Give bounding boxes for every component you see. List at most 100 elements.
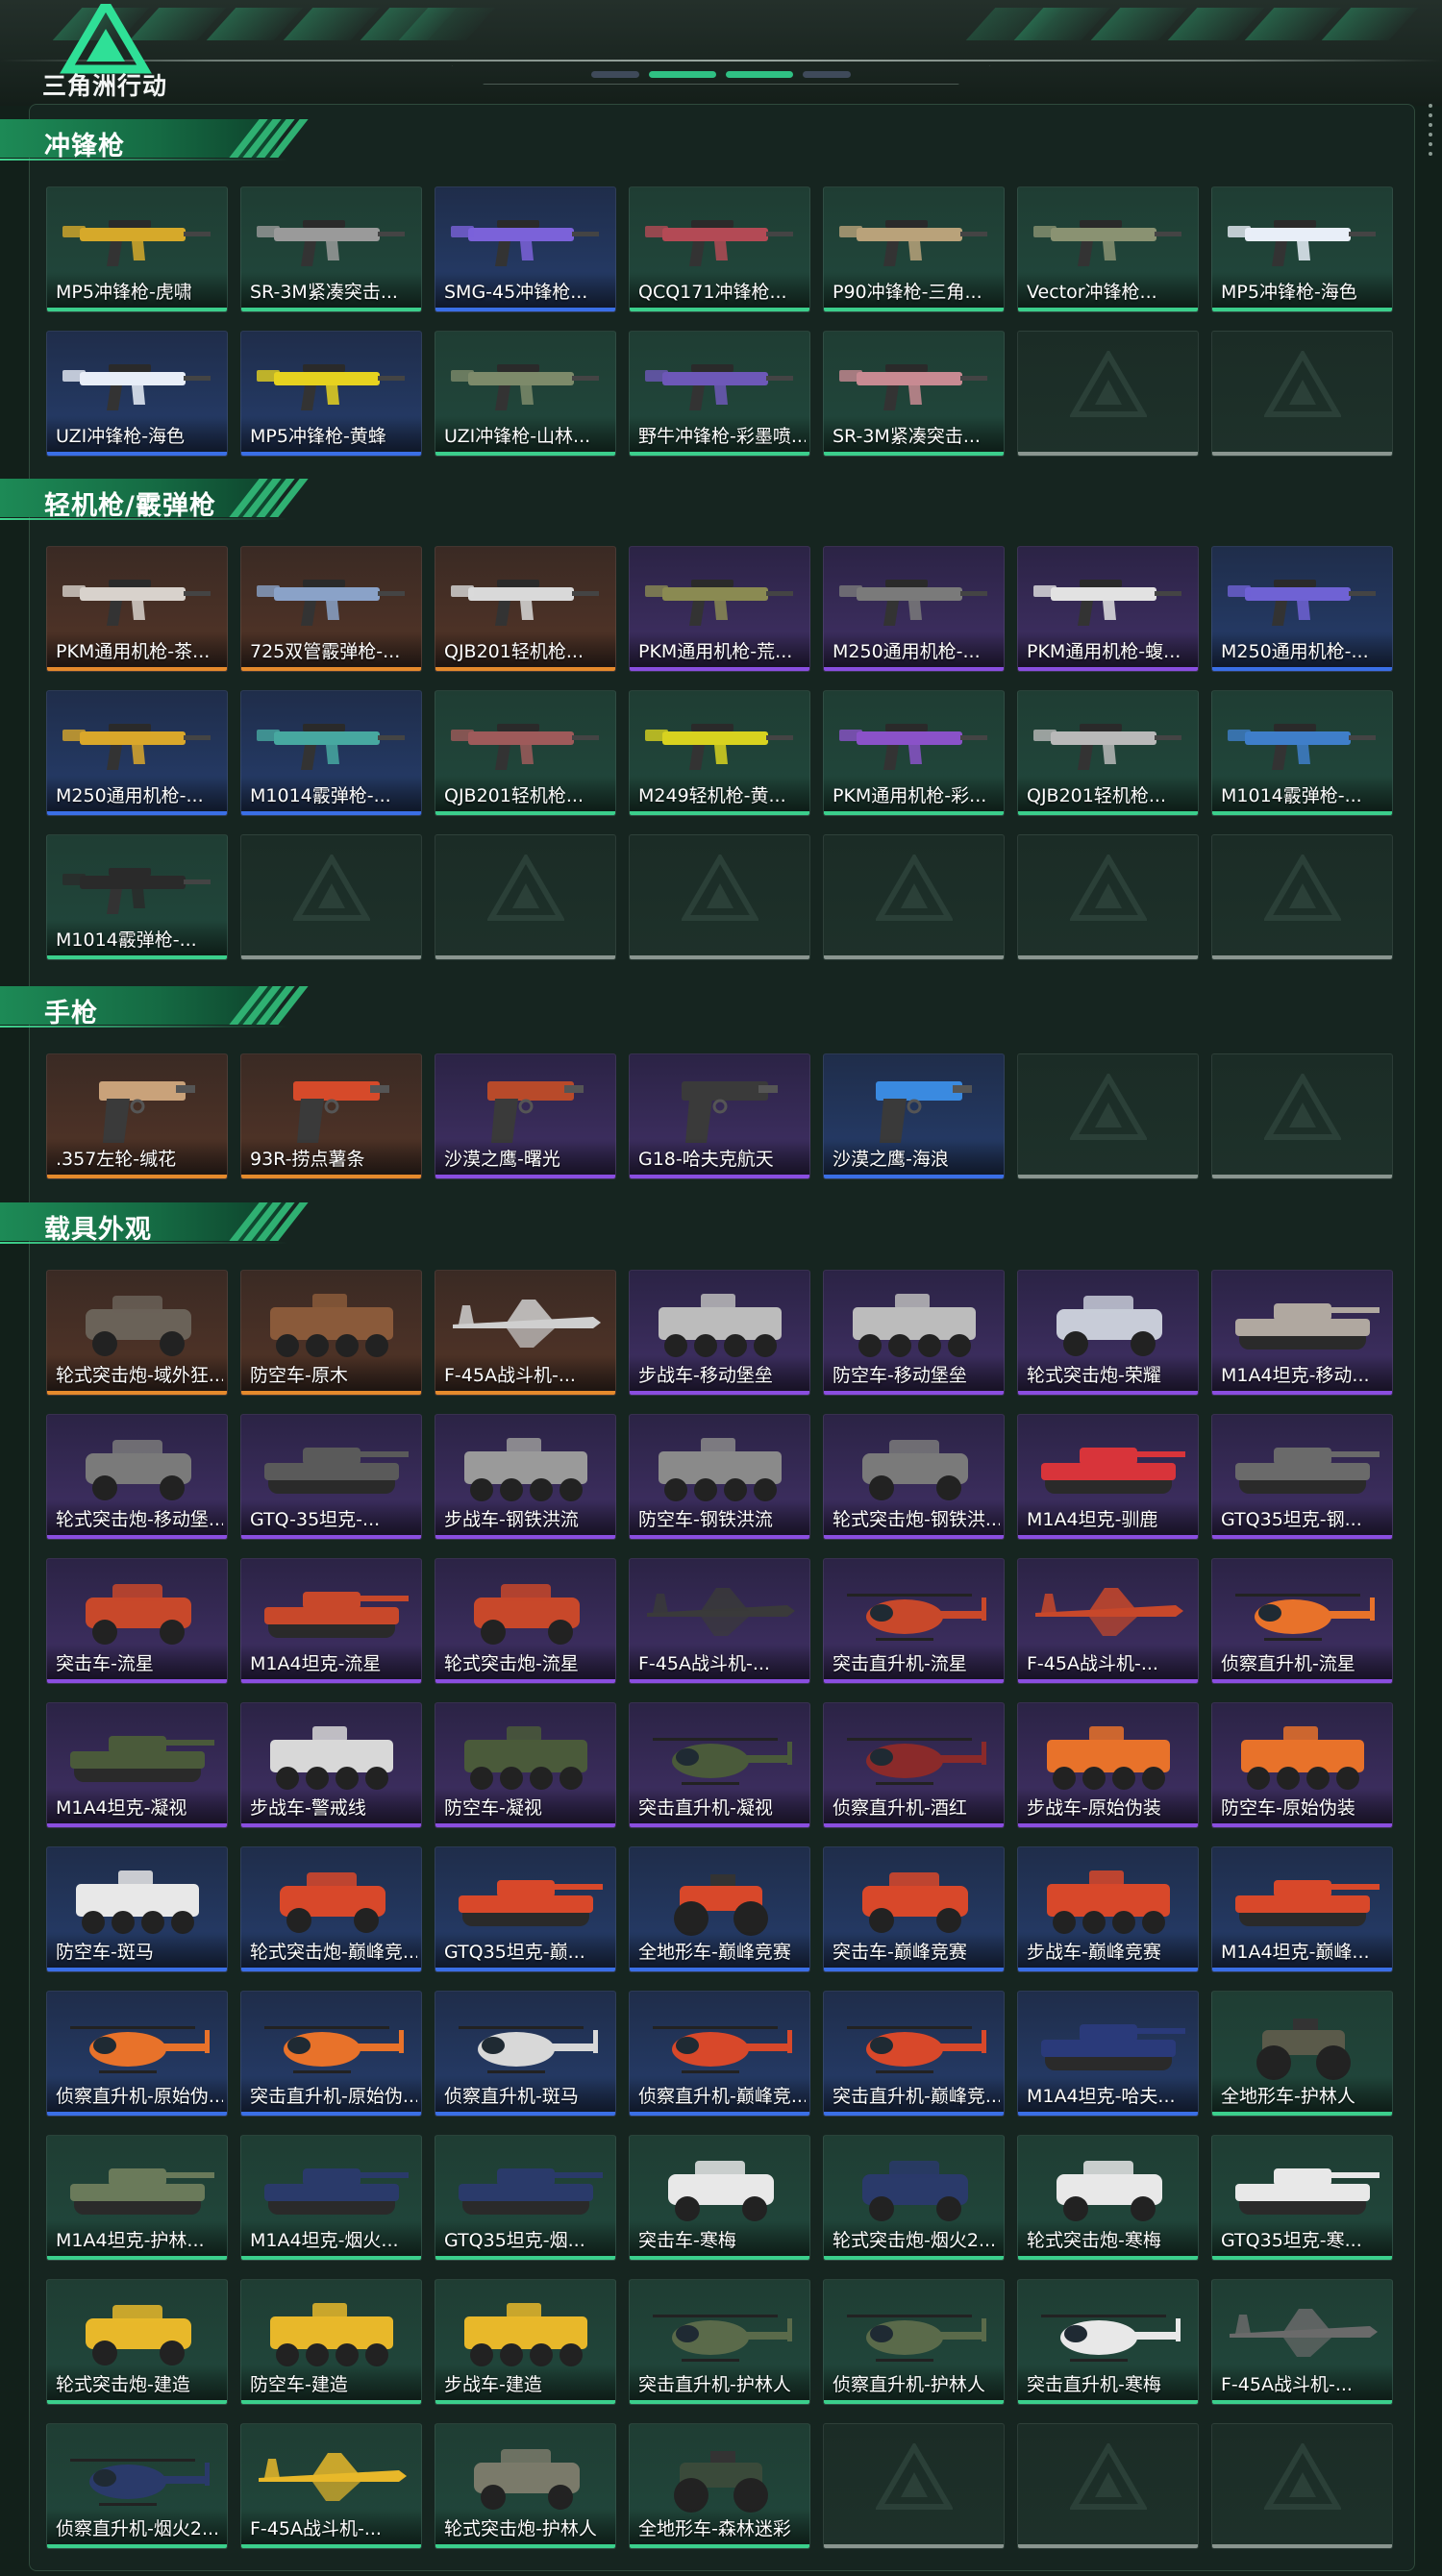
skin-card[interactable]: 侦察直升机-巅峰竞...	[629, 1991, 810, 2117]
skin-card[interactable]: GTQ35坦克-巅...	[435, 1846, 616, 1972]
skin-card[interactable]: 步战车-移动堡垒	[629, 1270, 810, 1396]
skin-card[interactable]: M1014霰弹枪-...	[240, 690, 422, 816]
skin-card[interactable]: 防空车-移动堡垒	[823, 1270, 1005, 1396]
skin-card[interactable]: 步战车-钢铁洪流	[435, 1414, 616, 1540]
skin-card[interactable]: 防空车-原木	[240, 1270, 422, 1396]
skin-card[interactable]: .357左轮-缄花	[46, 1053, 228, 1179]
skin-card[interactable]: 防空车-斑马	[46, 1846, 228, 1972]
skin-card[interactable]: GTQ35坦克-烟...	[435, 2135, 616, 2261]
skin-card[interactable]: GTQ35坦克-钢...	[1211, 1414, 1393, 1540]
skin-card[interactable]: UZI冲锋枪-山林...	[435, 331, 616, 457]
skin-card[interactable]: Vector冲锋枪...	[1017, 186, 1199, 312]
skin-card[interactable]: QCQ171冲锋枪...	[629, 186, 810, 312]
skin-card[interactable]: F-45A战斗机-...	[435, 1270, 616, 1396]
skin-name-label: QJB201轻机枪...	[444, 641, 584, 662]
skin-card[interactable]: PKM通用机枪-茶...	[46, 546, 228, 672]
skin-card[interactable]: 轮式突击炮-巅峰竞...	[240, 1846, 422, 1972]
skin-card[interactable]: PKM通用机枪-荒...	[629, 546, 810, 672]
skin-card[interactable]: 侦察直升机-原始伪...	[46, 1991, 228, 2117]
skin-card[interactable]: 突击车-巅峰竞赛	[823, 1846, 1005, 1972]
skin-card[interactable]: F-45A战斗机-...	[1211, 2279, 1393, 2405]
skin-card[interactable]: 轮式突击炮-移动堡...	[46, 1414, 228, 1540]
skin-card[interactable]: 野牛冲锋枪-彩墨喷...	[629, 331, 810, 457]
skin-card[interactable]: 轮式突击炮-寒梅	[1017, 2135, 1199, 2261]
skin-card[interactable]: M250通用机枪-...	[823, 546, 1005, 672]
skin-card[interactable]: M250通用机枪-...	[46, 690, 228, 816]
skin-card[interactable]: 步战车-建造	[435, 2279, 616, 2405]
skin-card[interactable]: 突击车-流星	[46, 1558, 228, 1684]
skin-card[interactable]: 防空车-凝视	[435, 1702, 616, 1828]
skin-card[interactable]: 突击直升机-原始伪...	[240, 1991, 422, 2117]
skin-card[interactable]: 全地形车-护林人	[1211, 1991, 1393, 2117]
skin-card[interactable]: M1A4坦克-流星	[240, 1558, 422, 1684]
skin-card[interactable]: 轮式突击炮-域外狂...	[46, 1270, 228, 1396]
skin-card[interactable]: 侦察直升机-流星	[1211, 1558, 1393, 1684]
skin-name-label: F-45A战斗机-...	[444, 1365, 576, 1386]
skin-card[interactable]: P90冲锋枪-三角...	[823, 186, 1005, 312]
skin-card[interactable]: 步战车-巅峰竞赛	[1017, 1846, 1199, 1972]
skin-card[interactable]: PKM通用机枪-蝮...	[1017, 546, 1199, 672]
skin-card[interactable]: SR-3M紧凑突击...	[823, 331, 1005, 457]
skin-card[interactable]: 沙漠之鹰-海浪	[823, 1053, 1005, 1179]
skin-card[interactable]: M1A4坦克-烟火...	[240, 2135, 422, 2261]
page-indicator-active[interactable]	[726, 71, 793, 78]
skin-card[interactable]: M1A4坦克-巅峰...	[1211, 1846, 1393, 1972]
skin-card[interactable]: M249轻机枪-黄...	[629, 690, 810, 816]
skin-card[interactable]: MP5冲锋枪-虎啸	[46, 186, 228, 312]
skin-card[interactable]: 轮式突击炮-荣耀	[1017, 1270, 1199, 1396]
skin-card[interactable]: GTQ35坦克-寒...	[1211, 2135, 1393, 2261]
skin-card[interactable]: 突击直升机-流星	[823, 1558, 1005, 1684]
skin-card[interactable]: 突击车-寒梅	[629, 2135, 810, 2261]
skin-card[interactable]: 93R-捞点薯条	[240, 1053, 422, 1179]
skin-card[interactable]: 突击直升机-护林人	[629, 2279, 810, 2405]
skin-card[interactable]: 侦察直升机-酒红	[823, 1702, 1005, 1828]
skin-card[interactable]: 突击直升机-寒梅	[1017, 2279, 1199, 2405]
skin-card[interactable]: G18-哈夫克航天	[629, 1053, 810, 1179]
skin-card[interactable]: 全地形车-巅峰竞赛	[629, 1846, 810, 1972]
skin-card[interactable]: 突击直升机-巅峰竞...	[823, 1991, 1005, 2117]
skin-card[interactable]: M1A4坦克-护林...	[46, 2135, 228, 2261]
skin-card[interactable]: 轮式突击炮-护林人	[435, 2423, 616, 2549]
rarity-strip	[47, 811, 227, 815]
skin-card[interactable]: M1A4坦克-哈夫...	[1017, 1991, 1199, 2117]
skin-card[interactable]: MP5冲锋枪-海色	[1211, 186, 1393, 312]
skin-card[interactable]: M1A4坦克-驯鹿	[1017, 1414, 1199, 1540]
skin-card[interactable]: F-45A战斗机-...	[1017, 1558, 1199, 1684]
skin-card[interactable]: 全地形车-森林迷彩	[629, 2423, 810, 2549]
scrollbar[interactable]	[1429, 104, 1434, 161]
page-indicator-active[interactable]	[649, 71, 716, 78]
skin-card[interactable]: 侦察直升机-护林人	[823, 2279, 1005, 2405]
skin-card[interactable]: QJB201轻机枪...	[435, 546, 616, 672]
skin-card[interactable]: 轮式突击炮-钢铁洪...	[823, 1414, 1005, 1540]
skin-card[interactable]: 轮式突击炮-烟火2...	[823, 2135, 1005, 2261]
skin-card[interactable]: F-45A战斗机-...	[240, 2423, 422, 2549]
skin-card[interactable]: M250通用机枪-...	[1211, 546, 1393, 672]
skin-card[interactable]: GTQ-35坦克-...	[240, 1414, 422, 1540]
page-indicator[interactable]	[803, 71, 851, 78]
skin-card[interactable]: M1014霰弹枪-...	[1211, 690, 1393, 816]
page-indicator[interactable]	[591, 71, 639, 78]
skin-card[interactable]: PKM通用机枪-彩...	[823, 690, 1005, 816]
skin-card[interactable]: QJB201轻机枪...	[1017, 690, 1199, 816]
skin-card[interactable]: 防空车-建造	[240, 2279, 422, 2405]
skin-card[interactable]: SR-3M紧凑突击...	[240, 186, 422, 312]
skin-card[interactable]: 侦察直升机-烟火2...	[46, 2423, 228, 2549]
skin-card[interactable]: 沙漠之鹰-曙光	[435, 1053, 616, 1179]
skin-card[interactable]: F-45A战斗机-...	[629, 1558, 810, 1684]
skin-card[interactable]: 防空车-原始伪装	[1211, 1702, 1393, 1828]
skin-card[interactable]: 725双管霰弹枪-...	[240, 546, 422, 672]
skin-card[interactable]: M1A4坦克-凝视	[46, 1702, 228, 1828]
skin-card[interactable]: 轮式突击炮-流星	[435, 1558, 616, 1684]
skin-card[interactable]: M1A4坦克-移动...	[1211, 1270, 1393, 1396]
skin-card[interactable]: 侦察直升机-斑马	[435, 1991, 616, 2117]
skin-card[interactable]: 突击直升机-凝视	[629, 1702, 810, 1828]
skin-card[interactable]: SMG-45冲锋枪...	[435, 186, 616, 312]
skin-card[interactable]: 防空车-钢铁洪流	[629, 1414, 810, 1540]
skin-card[interactable]: QJB201轻机枪...	[435, 690, 616, 816]
skin-card[interactable]: UZI冲锋枪-海色	[46, 331, 228, 457]
skin-card[interactable]: 步战车-原始伪装	[1017, 1702, 1199, 1828]
skin-card[interactable]: 轮式突击炮-建造	[46, 2279, 228, 2405]
skin-card[interactable]: M1014霰弹枪-...	[46, 834, 228, 960]
skin-card[interactable]: MP5冲锋枪-黄蜂	[240, 331, 422, 457]
skin-card[interactable]: 步战车-警戒线	[240, 1702, 422, 1828]
